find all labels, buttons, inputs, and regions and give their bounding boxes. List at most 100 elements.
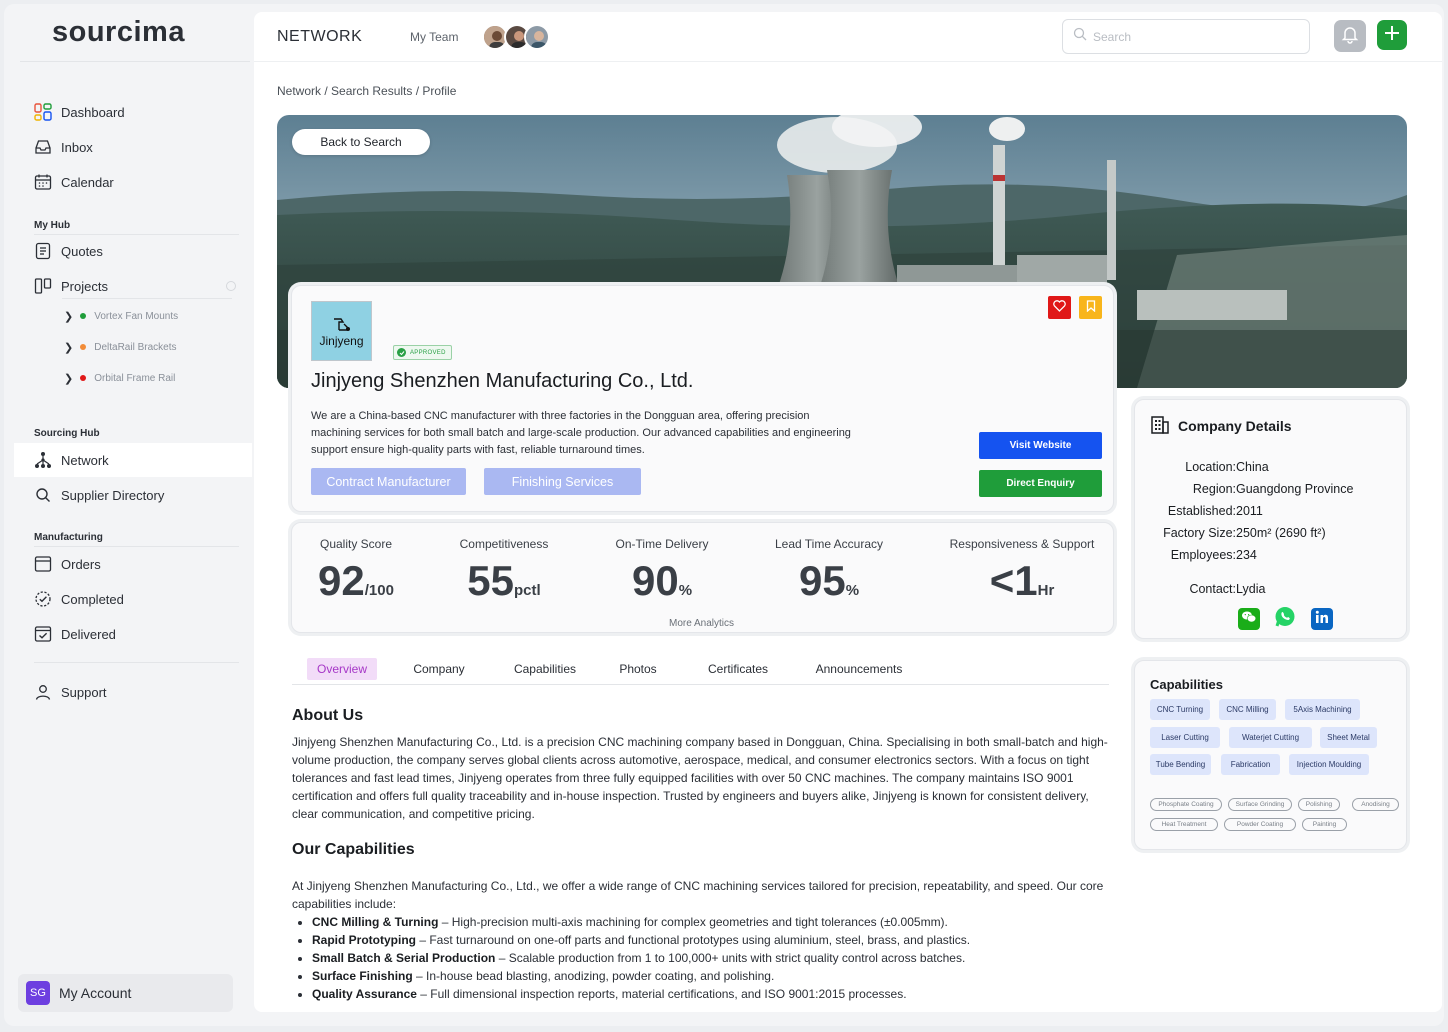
stat-value: 90% [610, 557, 714, 605]
nav-support[interactable]: Support [14, 675, 252, 709]
nav-label: Delivered [61, 626, 116, 642]
stat-label: Quality Score [319, 537, 393, 551]
capability-outline-chip[interactable]: Phosphate Coating [1150, 798, 1222, 811]
chevron-right-icon: ❯ [64, 341, 74, 354]
capability-chip[interactable]: 5Axis Machining [1285, 699, 1360, 720]
stat-on-time-delivery: On-Time Delivery 90% [610, 523, 714, 605]
nav-label: Orders [61, 556, 101, 572]
breadcrumb[interactable]: Network / Search Results / Profile [277, 84, 456, 98]
tab-overview[interactable]: Overview [307, 658, 377, 680]
project-item[interactable]: ❯ Vortex Fan Mounts [64, 306, 178, 326]
capability-chip[interactable]: Fabrication [1221, 754, 1280, 775]
detail-key: Location: [1185, 460, 1236, 474]
project-item[interactable]: ❯ DeltaRail Brackets [64, 337, 176, 357]
nav-label: Projects [61, 278, 108, 294]
capabilities-heading: Our Capabilities [292, 841, 415, 858]
favourite-button[interactable] [1048, 296, 1071, 319]
main-panel: NETWORK My Team Network / Search Results… [254, 12, 1442, 1012]
list-term: Quality Assurance [312, 987, 417, 1001]
whatsapp-button[interactable] [1274, 606, 1296, 630]
tag-contract-manufacturer[interactable]: Contract Manufacturer [311, 468, 466, 495]
list-item: Rapid Prototyping – Fast turnaround on o… [312, 931, 1120, 949]
app-logo[interactable]: sourcima [52, 16, 185, 49]
capabilities-list: CNC Milling & Turning – High-precision m… [300, 913, 1120, 1003]
stat-responsiveness: Responsiveness & Support <1Hr [942, 523, 1102, 605]
list-desc: – Full dimensional inspection reports, m… [416, 987, 907, 1001]
detail-value: Guangdong Province [1236, 482, 1354, 496]
project-label: DeltaRail Brackets [94, 341, 177, 353]
section-manufacturing: Manufacturing [34, 532, 103, 543]
nav-delivered[interactable]: Delivered [14, 617, 252, 651]
search-input[interactable] [1093, 29, 1293, 44]
detail-value: 234 [1236, 548, 1257, 562]
capability-outline-chip[interactable]: Polishing [1298, 798, 1340, 811]
detail-key: Employees: [1170, 548, 1236, 562]
divider [254, 61, 1442, 62]
tag-finishing-services[interactable]: Finishing Services [484, 468, 641, 495]
nav-inbox[interactable]: Inbox [14, 130, 252, 164]
collapse-icon[interactable] [226, 281, 236, 291]
factory-icon [333, 318, 350, 331]
tab-announcements[interactable]: Announcements [804, 658, 914, 680]
nav-completed[interactable]: Completed [14, 582, 252, 616]
capability-chip[interactable]: Laser Cutting [1150, 727, 1220, 748]
bookmark-button[interactable] [1079, 296, 1102, 319]
user-icon [34, 683, 52, 701]
nav-supplier-directory[interactable]: Supplier Directory [14, 478, 252, 512]
nav-calendar[interactable]: Calendar [14, 165, 252, 199]
search-box[interactable] [1062, 19, 1310, 54]
stat-number: <1 [989, 557, 1038, 604]
notifications-button[interactable] [1334, 20, 1366, 52]
detail-key: Contact: [1189, 582, 1236, 596]
capability-chip[interactable]: Injection Moulding [1289, 754, 1369, 775]
nav-label: Dashboard [61, 104, 125, 120]
wechat-button[interactable] [1238, 608, 1260, 630]
detail-key: Region: [1192, 482, 1236, 496]
capability-outline-chip[interactable]: Powder Coating [1224, 818, 1296, 831]
nav-network[interactable]: Network [14, 443, 252, 477]
tab-bar: Overview Company Capabilities Photos Cer… [292, 655, 1109, 685]
capability-chip[interactable]: CNC Turning [1150, 699, 1210, 720]
nav-quotes[interactable]: Quotes [14, 234, 252, 268]
back-to-search-button[interactable]: Back to Search [292, 129, 430, 155]
nav-label: Network [61, 452, 109, 468]
stat-value: 55pctl [452, 557, 556, 605]
capability-chip[interactable]: CNC Milling [1219, 699, 1276, 720]
stat-number: 55 [467, 557, 515, 604]
stat-unit: pctl [514, 582, 541, 599]
tab-capabilities[interactable]: Capabilities [499, 658, 591, 680]
status-dot [80, 313, 87, 319]
capability-outline-chip[interactable]: Surface Grinding [1228, 798, 1292, 811]
visit-website-button[interactable]: Visit Website [979, 432, 1102, 459]
stats-card: Quality Score 92/100 Competitiveness 55p… [291, 522, 1114, 633]
section-my-hub: My Hub [34, 220, 71, 231]
direct-enquiry-button[interactable]: Direct Enquiry [979, 470, 1102, 497]
stat-value: 95% [764, 557, 894, 605]
more-analytics-link[interactable]: More Analytics [669, 618, 734, 629]
capability-outline-chip[interactable]: Anodising [1352, 798, 1399, 811]
nav-dashboard[interactable]: Dashboard [14, 95, 252, 129]
capability-chip[interactable]: Tube Bending [1150, 754, 1211, 775]
list-item: Surface Finishing – In-house bead blasti… [312, 967, 1120, 985]
tab-certificates[interactable]: Certificates [692, 658, 784, 680]
tab-company[interactable]: Company [402, 658, 476, 680]
company-description: We are a China-based CNC manufacturer wi… [311, 410, 851, 456]
nav-orders[interactable]: Orders [14, 547, 252, 581]
my-team-link[interactable]: My Team [410, 30, 458, 44]
capability-chip[interactable]: Sheet Metal [1320, 727, 1377, 748]
my-account-button[interactable]: SG My Account [18, 974, 233, 1012]
stat-number: 90 [631, 557, 679, 604]
stat-quality-score: Quality Score 92/100 [304, 523, 408, 605]
tab-photos[interactable]: Photos [610, 658, 666, 680]
capability-chip[interactable]: Waterjet Cutting [1229, 727, 1312, 748]
capability-outline-chip[interactable]: Painting [1302, 818, 1347, 831]
add-button[interactable] [1377, 20, 1407, 50]
capability-outline-chip[interactable]: Heat Treatment [1150, 818, 1218, 831]
project-item[interactable]: ❯ Orbital Frame Rail [64, 368, 175, 388]
inbox-icon [34, 138, 52, 156]
badge-label: APPROVED [410, 349, 446, 356]
stat-value: <1Hr [942, 557, 1102, 605]
avatar[interactable] [524, 24, 550, 50]
details-title: Company Details [1178, 418, 1292, 434]
linkedin-button[interactable] [1311, 608, 1333, 630]
